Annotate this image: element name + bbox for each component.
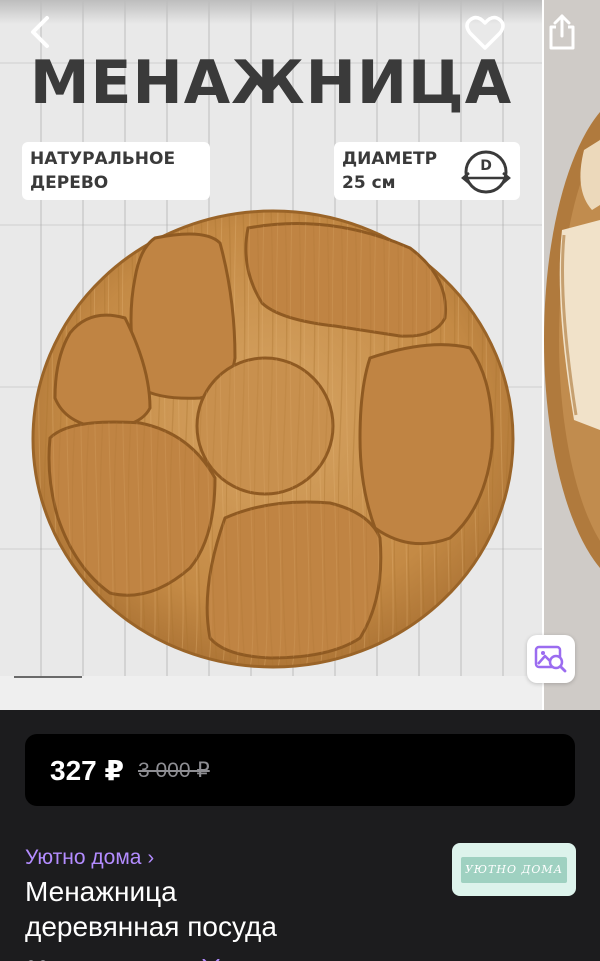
product-image-gallery[interactable]: МЕНАЖНИЦА НАТУРАЛЬНОЕ ДЕРЕВО ДИАМЕТР 25 … — [0, 0, 600, 710]
image-search-icon — [534, 645, 567, 673]
visual-search-button[interactable] — [527, 635, 575, 683]
seller-logo[interactable]: УЮТНО ДОМА — [452, 843, 576, 896]
product-image-next[interactable] — [544, 0, 600, 710]
rating-row-cutoff — [25, 952, 225, 961]
heart-icon — [465, 15, 505, 50]
current-price: 327 ₽ — [50, 754, 124, 786]
material-chip-line-1: НАТУРАЛЬНОЕ — [30, 149, 176, 169]
share-icon — [549, 14, 575, 50]
next-slide-preview — [544, 0, 600, 710]
product-title-line-1: Менажница — [25, 876, 177, 907]
product-image-main[interactable]: МЕНАЖНИЦА НАТУРАЛЬНОЕ ДЕРЕВО ДИАМЕТР 25 … — [0, 0, 542, 710]
diameter-icon-letter: D — [480, 158, 492, 174]
wooden-tray-illustration — [31, 209, 515, 669]
old-price: 3 000 ₽ — [137, 758, 210, 782]
product-title-line-2: деревянная посуда — [25, 911, 277, 942]
seller-logo-text: УЮТНО ДОМА — [461, 856, 567, 883]
price-card: 327 ₽ 3 000 ₽ — [25, 734, 575, 806]
diameter-chip: ДИАМЕТР 25 см D — [334, 142, 520, 200]
product-title: Менажница деревянная посуда — [25, 874, 425, 944]
image-hero-title: МЕНАЖНИЦА — [29, 48, 513, 118]
material-chip: НАТУРАЛЬНОЕ ДЕРЕВО — [22, 142, 210, 200]
top-fade — [0, 0, 542, 24]
favorite-button[interactable] — [462, 12, 508, 54]
diameter-chip-line-1: ДИАМЕТР — [342, 149, 438, 169]
seller-name[interactable]: Уютно дома — [25, 846, 141, 870]
carousel-indicator-active — [14, 676, 82, 678]
diameter-chip-line-2: 25 см — [342, 173, 396, 193]
carousel-track — [0, 676, 542, 710]
seller-link[interactable]: Уютно дома › — [25, 846, 154, 870]
material-chip-line-2: ДЕРЕВО — [30, 173, 109, 193]
back-button[interactable] — [20, 12, 60, 52]
chevron-left-icon — [31, 16, 49, 48]
share-button[interactable] — [540, 10, 584, 54]
chevron-right-icon: › — [147, 846, 155, 869]
diameter-icon: D — [461, 150, 511, 194]
